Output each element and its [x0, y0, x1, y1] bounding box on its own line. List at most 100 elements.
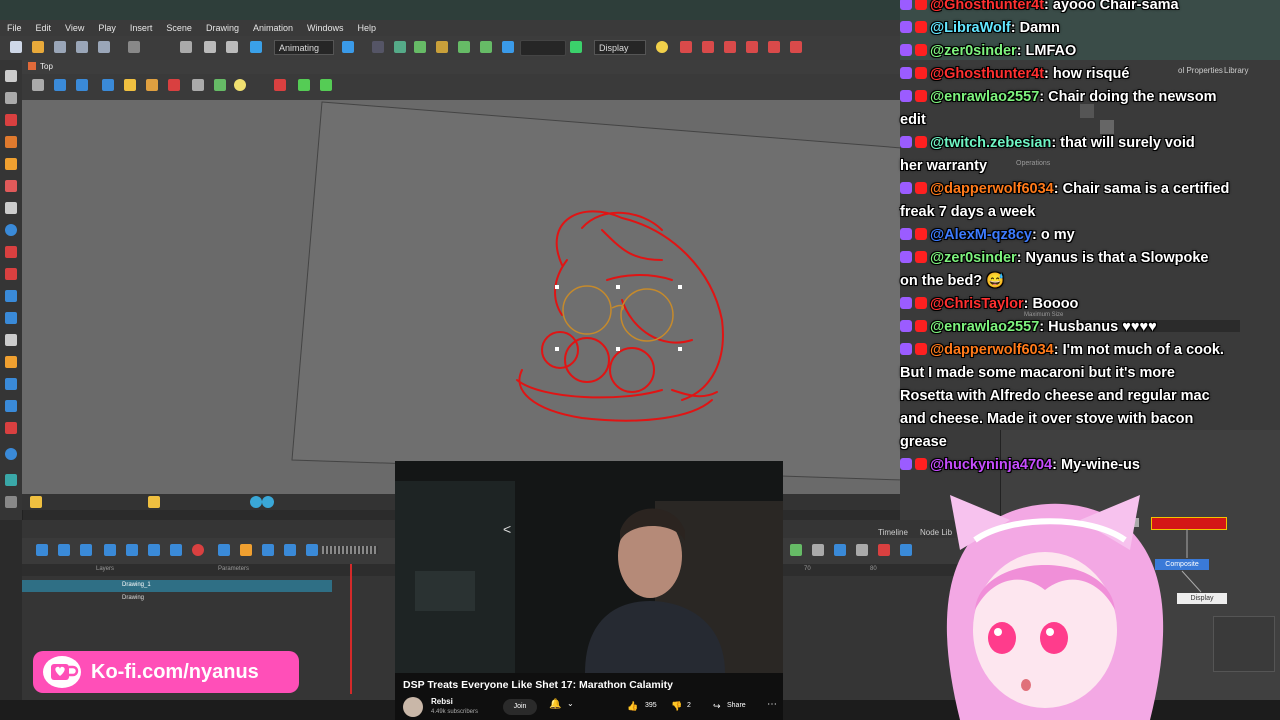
status-icon-1[interactable] — [30, 496, 42, 508]
status-icon-2[interactable] — [148, 496, 160, 508]
frame-field[interactable] — [520, 40, 566, 56]
tl-icon-r6[interactable] — [900, 544, 912, 556]
bone-tool-icon[interactable] — [5, 378, 17, 390]
drawing-canvas[interactable] — [22, 100, 903, 494]
brush-icon[interactable] — [250, 41, 262, 53]
keyframe-prev-icon[interactable] — [746, 41, 758, 53]
light-bulb-icon[interactable] — [656, 41, 668, 53]
move-icon[interactable] — [458, 41, 470, 53]
more-icon[interactable]: ⋯ — [767, 699, 777, 710]
playhead[interactable] — [350, 564, 352, 694]
frame-icon[interactable] — [436, 41, 448, 53]
tab-top[interactable]: Top — [40, 62, 53, 71]
mode-select[interactable]: Animating — [274, 40, 334, 55]
cut-icon[interactable] — [180, 41, 192, 53]
youtube-embed[interactable]: < DSP Treats Everyone Like Shet 17: Mara… — [395, 461, 783, 720]
new-icon[interactable] — [10, 41, 22, 53]
tl-icon-4[interactable] — [104, 544, 116, 556]
open-icon[interactable] — [32, 41, 44, 53]
display-select[interactable]: Display — [594, 40, 646, 55]
status-icon-4[interactable] — [262, 496, 274, 508]
play-range-icon[interactable] — [240, 544, 252, 556]
pencil-tool-icon[interactable] — [5, 136, 17, 148]
ellipse-tool-icon[interactable] — [5, 224, 17, 236]
video-title[interactable]: DSP Treats Everyone Like Shet 17: Marath… — [403, 679, 673, 691]
sub-tool-icon[interactable] — [5, 496, 17, 508]
tl-icon-5[interactable] — [126, 544, 138, 556]
grid-toggle-icon[interactable] — [32, 79, 44, 91]
line-tool-icon[interactable] — [5, 268, 17, 280]
view-icon-3[interactable] — [76, 79, 88, 91]
channel-avatar[interactable] — [403, 697, 423, 717]
join-button[interactable]: Join — [503, 699, 537, 715]
loop-icon[interactable] — [262, 544, 274, 556]
menu-animation[interactable]: Animation — [246, 23, 300, 33]
tl-icon-7[interactable] — [170, 544, 182, 556]
tl-icon-r3[interactable] — [834, 544, 846, 556]
paste-icon[interactable] — [226, 41, 238, 53]
import-icon[interactable] — [98, 41, 110, 53]
tab-timeline[interactable]: Timeline — [878, 528, 908, 537]
menu-edit[interactable]: Edit — [29, 23, 59, 33]
view-icon-8[interactable] — [192, 79, 204, 91]
back-chevron-icon[interactable]: < — [503, 521, 511, 537]
tl-icon-1[interactable] — [36, 544, 48, 556]
keyframe-remove-icon[interactable] — [724, 41, 736, 53]
ink-tool-icon[interactable] — [5, 246, 17, 258]
transform-tool-icon[interactable] — [5, 356, 17, 368]
kofi-banner[interactable]: Ko-fi.com/nyanus — [33, 651, 299, 693]
view-icon-7[interactable] — [168, 79, 180, 91]
tl-icon-r2[interactable] — [812, 544, 824, 556]
tl-icon-r4[interactable] — [856, 544, 868, 556]
sound-scrub-icon[interactable] — [306, 544, 318, 556]
cutter-tool-icon[interactable] — [5, 400, 17, 412]
video-frame[interactable]: < — [395, 461, 783, 673]
record-icon[interactable] — [192, 544, 204, 556]
layer-row[interactable]: Drawing — [22, 593, 332, 605]
tab-tool-properties[interactable]: ol Properties — [1178, 66, 1223, 75]
keyframe-next-icon[interactable] — [768, 41, 780, 53]
fps-slider[interactable] — [322, 546, 378, 554]
pencil-check-icon[interactable] — [570, 41, 582, 53]
select-tool-icon[interactable] — [5, 70, 17, 82]
onion-skin-icon[interactable] — [342, 41, 354, 53]
tl-icon-r1[interactable] — [790, 544, 802, 556]
menu-view[interactable]: View — [58, 23, 91, 33]
scale-icon[interactable] — [502, 41, 514, 53]
text-tool-icon[interactable] — [5, 202, 17, 214]
keyframe-icon[interactable] — [680, 41, 692, 53]
grid-icon[interactable] — [372, 41, 384, 53]
share-label[interactable]: Share — [727, 702, 746, 709]
tab-library[interactable]: Library — [1224, 66, 1248, 75]
eraser-tool-icon[interactable] — [5, 180, 17, 192]
brush-tool-icon[interactable] — [5, 114, 17, 126]
view-icon-13[interactable] — [320, 79, 332, 91]
kofi-link-text[interactable]: Ko-fi.com/nyanus — [91, 661, 259, 684]
zoom-tool-icon[interactable] — [5, 312, 17, 324]
menu-help[interactable]: Help — [351, 23, 384, 33]
view-icon-12[interactable] — [298, 79, 310, 91]
sound-icon[interactable] — [284, 544, 296, 556]
status-icon-3[interactable] — [250, 496, 262, 508]
save-icon[interactable] — [54, 41, 66, 53]
view-icon-2[interactable] — [54, 79, 66, 91]
dropper-tool-icon[interactable] — [5, 290, 17, 302]
view-icon-11[interactable] — [274, 79, 286, 91]
tl-icon-r5[interactable] — [878, 544, 890, 556]
menu-play[interactable]: Play — [91, 23, 123, 33]
menu-drawing[interactable]: Drawing — [199, 23, 246, 33]
transform-icon[interactable] — [414, 41, 426, 53]
bell-icon[interactable]: 🔔 — [549, 699, 561, 710]
keyframe-type-icon[interactable] — [790, 41, 802, 53]
menu-insert[interactable]: Insert — [123, 23, 160, 33]
keyframe-add-icon[interactable] — [702, 41, 714, 53]
dislike-icon[interactable]: 👎 — [671, 701, 682, 712]
view-icon-9[interactable] — [214, 79, 226, 91]
camera-view[interactable] — [22, 100, 903, 494]
channel-name[interactable]: Rebsi — [431, 697, 453, 706]
navigator-thumbnail[interactable] — [1213, 616, 1275, 672]
tl-icon-2[interactable] — [58, 544, 70, 556]
menu-scene[interactable]: Scene — [159, 23, 199, 33]
menu-windows[interactable]: Windows — [300, 23, 351, 33]
color-icon[interactable] — [5, 448, 17, 460]
